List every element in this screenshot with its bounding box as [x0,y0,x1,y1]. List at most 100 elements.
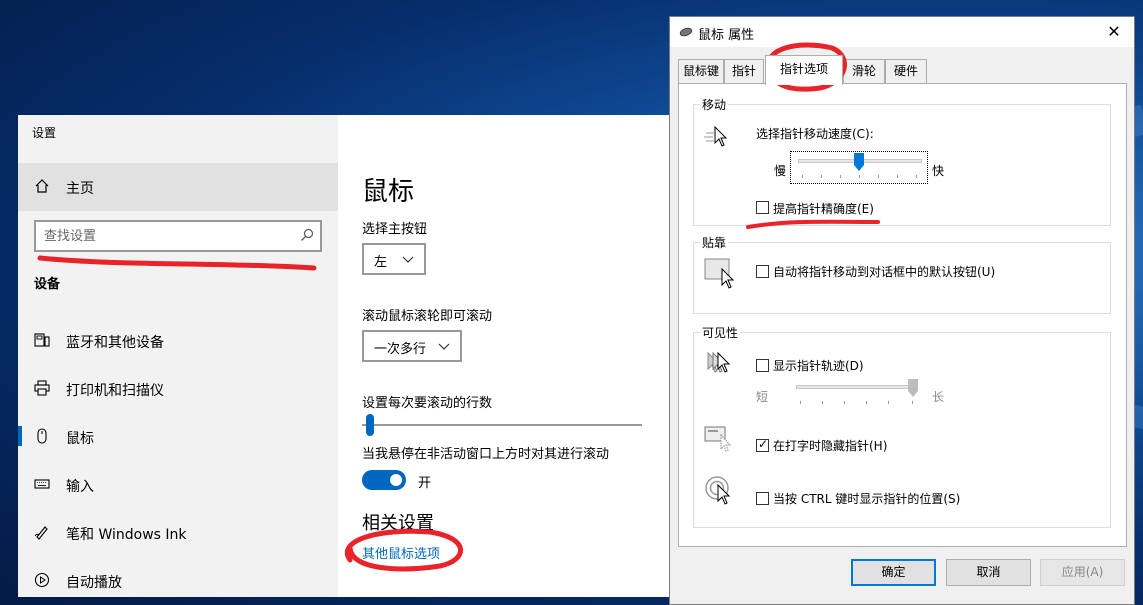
dropdown-value: 左 [374,255,388,270]
printer-icon [34,380,50,396]
primary-button-label: 选择主按钮 [362,222,428,237]
ctrl-locate-checkbox[interactable] [756,492,769,505]
nav-item-label: 打印机和扫描仪 [66,383,164,399]
speed-label: 选择指针移动速度(C): [756,127,874,141]
scroll-lines-label: 设置每次要滚动的行数 [362,396,493,411]
hide-while-typing-label: 在打字时隐藏指针(H) [773,439,888,453]
search-icon [301,228,314,241]
slider-tick [840,175,841,178]
slider-tick [800,401,801,404]
nav-item-autoplay[interactable]: 自动播放 [18,560,338,597]
slow-label: 慢 [774,164,787,178]
keyboard-icon [34,479,50,489]
motion-group: 移动 选择指针移动速度(C): 慢 快 提高指针精确度(E) [693,96,1111,226]
trails-label: 显示指针轨迹(D) [773,359,864,373]
settings-main-panel: 鼠标 选择主按钮 左 滚动鼠标滚轮即可滚动 一次多行 设置每次要滚动的行数 当我… [338,115,670,597]
bluetooth-devices-icon [34,333,50,347]
tab-pointer-options[interactable]: 指针选项 [765,55,843,85]
primary-button-dropdown[interactable]: 左 [362,243,426,275]
chevron-down-icon [438,343,450,350]
close-icon[interactable]: ✕ [1094,17,1134,47]
pen-icon [34,526,48,540]
nav-item-printers[interactable]: 打印机和扫描仪 [18,368,338,408]
nav-item-label: 蓝牙和其他设备 [66,335,164,351]
slider-tick [844,401,845,404]
scroll-lines-slider-track[interactable] [362,424,642,426]
slider-tick [878,175,879,178]
slider-tick [866,401,867,404]
show-location-icon [705,476,731,505]
tab-wheel[interactable]: 滑轮 [843,59,885,83]
fast-label: 快 [932,164,945,178]
speed-slider-thumb[interactable] [854,153,864,171]
visibility-group-title: 可见性 [700,324,741,341]
nav-home[interactable]: 主页 [18,163,338,211]
section-label-devices: 设备 [34,277,61,292]
chevron-down-icon [402,256,414,263]
pointer-trails-icon [707,351,731,373]
nav-item-pen[interactable]: 笔和 Windows Ink [18,512,338,552]
dialog-title: 鼠标 属性 [698,28,755,43]
nav-item-label: 输入 [66,479,94,495]
slider-tick [897,175,898,178]
slider-tick [888,401,889,404]
scroll-mode-dropdown[interactable]: 一次多行 [362,330,462,362]
toggle-state-label: 开 [418,476,432,491]
nav-item-label: 笔和 Windows Ink [66,527,187,543]
slider-tick [822,401,823,404]
dropdown-value: 一次多行 [374,342,427,357]
hide-while-typing-icon [704,426,732,452]
dialog-titlebar: 鼠标 属性 ✕ [670,17,1134,47]
slider-tick [859,175,860,178]
mouse-properties-dialog: 鼠标 属性 ✕ 鼠标键 指针 指针选项 滑轮 硬件 移动 选择指针移动速度(C)… [669,16,1135,605]
snap-group-title: 贴靠 [700,234,729,251]
pointer-options-panel: 移动 选择指针移动速度(C): 慢 快 提高指针精确度(E) 贴靠 自动将指针移… [678,83,1127,547]
scroll-lines-slider-thumb[interactable] [366,414,374,436]
hide-while-typing-checkbox[interactable] [756,437,769,452]
long-label: 长 [932,390,945,404]
snap-group: 贴靠 自动将指针移动到对话框中的默认按钮(U) [693,234,1111,314]
tab-buttons[interactable]: 鼠标键 [678,59,724,83]
page-title: 鼠标 [362,177,415,207]
autoplay-icon [34,572,50,588]
snap-to-default-icon [704,258,735,289]
nav-item-mouse[interactable]: 鼠标 [18,416,338,456]
nav-item-label: 鼠标 [66,431,94,447]
tab-hardware[interactable]: 硬件 [885,59,927,83]
apply-button[interactable]: 应用(A) [1040,559,1125,586]
slider-tick [802,175,803,178]
slider-tick [916,175,917,178]
ctrl-locate-label: 当按 CTRL 键时显示指针的位置(S) [773,492,961,506]
settings-window: 设置 主页 设备 蓝牙和其他设备 打印机和扫描仪 鼠标 输入 笔和 W [18,115,670,597]
motion-group-title: 移动 [700,96,729,113]
additional-mouse-options-link[interactable]: 其他鼠标选项 [362,543,440,562]
visibility-group: 可见性 显示指针轨迹(D) 短 长 在打字时隐 [693,324,1111,528]
inactive-scroll-label: 当我悬停在非活动窗口上方时对其进行滚动 [362,447,610,462]
trails-slider-thumb[interactable] [908,379,918,397]
pointer-speed-icon [704,125,728,147]
settings-sidebar: 设置 主页 设备 蓝牙和其他设备 打印机和扫描仪 鼠标 输入 笔和 W [18,115,338,597]
snap-label: 自动将指针移动到对话框中的默认按钮(U) [773,265,996,279]
home-icon [35,179,49,193]
mouse-icon [37,428,47,444]
settings-window-title: 设置 [32,126,57,140]
cancel-button[interactable]: 取消 [946,559,1031,586]
snap-checkbox[interactable] [756,265,769,278]
short-label: 短 [756,390,769,404]
mouse-app-icon [679,27,693,37]
nav-item-label: 自动播放 [66,575,122,591]
nav-item-typing[interactable]: 输入 [18,464,338,504]
inactive-scroll-toggle[interactable] [362,470,406,490]
search-box[interactable] [34,220,322,252]
ok-button[interactable]: 确定 [851,559,936,586]
precision-checkbox[interactable] [756,201,769,214]
search-input[interactable] [44,226,294,246]
trails-slider-track[interactable] [796,385,918,389]
nav-item-bluetooth[interactable]: 蓝牙和其他设备 [18,320,338,360]
nav-home-label: 主页 [66,181,94,197]
related-settings-heading: 相关设置 [362,513,434,534]
tab-pointers[interactable]: 指针 [724,59,764,83]
slider-tick [821,175,822,178]
precision-label: 提高指针精确度(E) [773,202,874,216]
trails-checkbox[interactable] [756,359,769,372]
